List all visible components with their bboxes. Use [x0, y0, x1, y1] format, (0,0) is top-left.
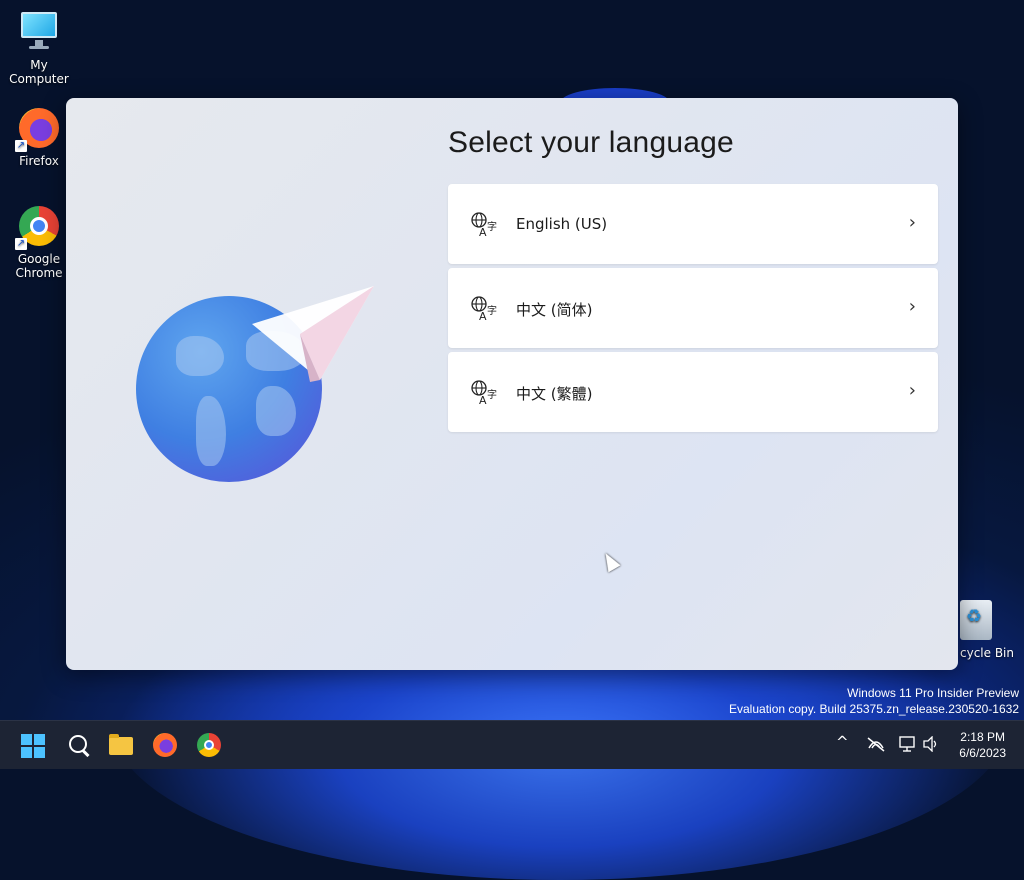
monitor-icon: [17, 10, 61, 54]
firefox-icon: ↗: [15, 106, 61, 152]
chrome-icon: ↗: [15, 204, 61, 250]
desktop-icon-my-computer[interactable]: My Computer: [1, 10, 77, 86]
chrome-icon: [197, 733, 221, 757]
svg-text:A: A: [479, 310, 487, 321]
language-label: 中文 (简体): [516, 301, 593, 319]
svg-text:A: A: [479, 226, 487, 237]
folder-icon: [109, 734, 133, 755]
file-explorer-button[interactable]: [105, 729, 137, 761]
svg-text:A: A: [479, 394, 487, 405]
page-title: Select your language: [448, 126, 734, 159]
language-option-chinese-simplified[interactable]: A 字 中文 (简体) ›: [448, 268, 938, 348]
watermark-line-2: Evaluation copy. Build 25375.zn_release.…: [729, 702, 1019, 716]
paper-plane-illustration: [252, 286, 374, 382]
desktop-icon-label: Google Chrome: [15, 252, 63, 280]
display-icon[interactable]: [899, 736, 917, 752]
firefox-icon: [153, 733, 177, 757]
clock-date: 6/6/2023: [959, 746, 1006, 760]
firefox-taskbar-button[interactable]: [149, 729, 181, 761]
search-button[interactable]: [61, 729, 93, 761]
chrome-taskbar-button[interactable]: [193, 729, 225, 761]
language-icon: A 字: [471, 380, 497, 405]
start-button[interactable]: [16, 729, 48, 761]
volume-icon[interactable]: [922, 736, 940, 752]
windows-logo-icon: [21, 734, 45, 758]
show-hidden-icons-button[interactable]: ^: [836, 733, 849, 751]
chevron-right-icon: ›: [908, 212, 916, 233]
chevron-right-icon: ›: [908, 380, 916, 401]
language-option-english-us[interactable]: A 字 English (US) ›: [448, 184, 938, 264]
desktop-icon-label: My Computer: [9, 58, 69, 86]
evaluation-watermark: Windows 11 Pro Insider Preview Evaluatio…: [729, 685, 1019, 717]
svg-text:字: 字: [487, 388, 497, 401]
recycle-bin-icon: [954, 598, 998, 642]
chevron-right-icon: ›: [908, 296, 916, 317]
clock[interactable]: 2:18 PM 6/6/2023: [959, 729, 1006, 761]
language-option-chinese-traditional[interactable]: A 字 中文 (繁體) ›: [448, 352, 938, 432]
language-setup-window: Select your language A 字 English (US) › …: [66, 98, 958, 670]
svg-text:字: 字: [487, 220, 497, 233]
watermark-line-1: Windows 11 Pro Insider Preview: [847, 686, 1019, 700]
svg-text:字: 字: [487, 304, 497, 317]
clock-time: 2:18 PM: [960, 730, 1005, 744]
network-offline-icon[interactable]: [866, 736, 886, 752]
language-icon: A 字: [471, 296, 497, 321]
language-icon: A 字: [471, 212, 497, 237]
language-list: A 字 English (US) › A 字 中文 (简体) › A 字 中文 …: [448, 184, 938, 436]
language-label: English (US): [516, 215, 608, 233]
taskbar: ^ 2:18 PM 6/6/2023: [0, 720, 1024, 769]
language-label: 中文 (繁體): [516, 385, 593, 403]
